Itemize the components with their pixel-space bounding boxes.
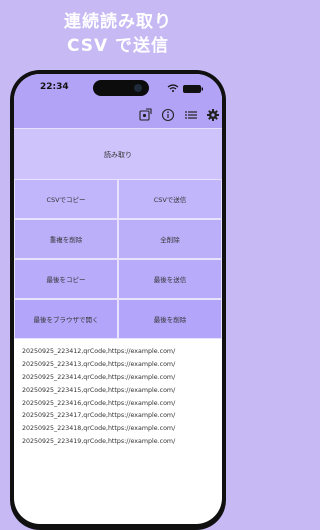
wifi-icon (167, 84, 179, 92)
copy-last-button[interactable]: 最後をコピー (14, 259, 118, 299)
action-grid: CSVでコピー CSVで送信 重複を削除 全削除 最後をコピー 最後を送信 最後… (14, 179, 222, 339)
list-item[interactable]: 20250925_223412,qrCode,https://example.c… (22, 346, 222, 359)
send-csv-button[interactable]: CSVで送信 (118, 179, 222, 219)
status-time: 22:34 (40, 82, 69, 92)
delete-all-button[interactable]: 全削除 (118, 219, 222, 259)
list-item[interactable]: 20250925_223415,qrCode,https://example.c… (22, 385, 222, 398)
gear-icon[interactable] (206, 108, 220, 122)
list-item[interactable]: 20250925_223416,qrCode,https://example.c… (22, 398, 222, 411)
info-icon[interactable] (161, 108, 175, 122)
remove-duplicates-button[interactable]: 重複を削除 (14, 219, 118, 259)
scan-button[interactable]: 読み取り (14, 128, 222, 180)
copy-csv-button[interactable]: CSVでコピー (14, 179, 118, 219)
promo-line-1: 連続読み取り (64, 12, 172, 32)
scan-result-list: 20250925_223412,qrCode,https://example.c… (14, 346, 222, 449)
list-item[interactable]: 20250925_223413,qrCode,https://example.c… (22, 359, 222, 372)
status-bar: 22:34 (14, 74, 222, 102)
top-toolbar (14, 102, 222, 128)
send-last-button[interactable]: 最後を送信 (118, 259, 222, 299)
battery-icon (183, 85, 203, 93)
list-item[interactable]: 20250925_223419,qrCode,https://example.c… (22, 436, 222, 449)
list-item[interactable]: 20250925_223417,qrCode,https://example.c… (22, 410, 222, 423)
settings-export-icon[interactable] (138, 108, 152, 122)
camera-icon (134, 84, 142, 92)
promo-line-2: CSV で送信 (66, 36, 170, 56)
list-item[interactable]: 20250925_223414,qrCode,https://example.c… (22, 372, 222, 385)
status-icons (167, 84, 203, 93)
list-item[interactable]: 20250925_223418,qrCode,https://example.c… (22, 423, 222, 436)
list-icon[interactable] (184, 108, 198, 122)
app-screen: 22:34 読み取り CSVでコピー CSVで送信 重複を削除 全削除 最後をコ… (14, 74, 222, 524)
delete-last-button[interactable]: 最後を削除 (118, 299, 222, 339)
open-last-in-browser-button[interactable]: 最後をブラウザで開く (14, 299, 118, 339)
promo-headline: 連続読み取り CSV で送信 (0, 10, 236, 58)
